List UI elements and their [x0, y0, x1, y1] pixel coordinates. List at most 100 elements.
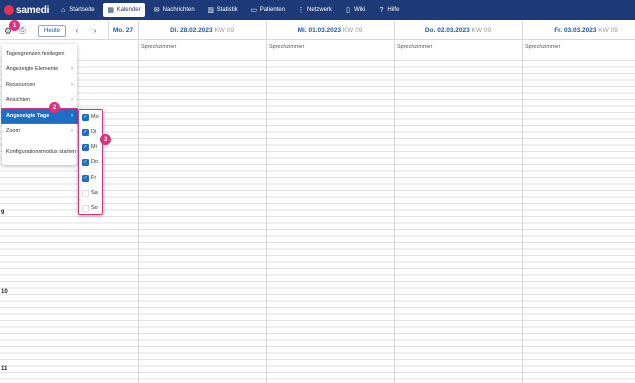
day-option-label: Mi — [91, 144, 97, 150]
hour-label: 9 — [1, 210, 5, 216]
menu-item-zoom[interactable]: Zoom › — [2, 124, 77, 138]
chart-icon: ▥ — [207, 6, 214, 14]
day-header-di[interactable]: Di. 28.02.2023 KW 09 — [138, 21, 266, 40]
settings-menu: Tagesgrenzen festlegen Angezeigte Elemen… — [1, 44, 78, 165]
main-nav: ⌂ Startseite ▦ Kalender ✉ Nachrichten ▥ Stat… — [55, 0, 407, 20]
day-header-label: Mo. 27 — [112, 27, 134, 34]
step-badge: 1 — [9, 20, 20, 31]
day-option-sa[interactable]: Sa — [82, 188, 102, 198]
step-badge: 3 — [100, 134, 111, 145]
checkbox-checked-icon[interactable]: ✓ — [82, 128, 89, 136]
day-option-label: Sa — [91, 190, 98, 196]
nav-item-patienten[interactable]: ▭ Patienten — [246, 3, 289, 17]
day-header-mi[interactable]: Mi. 01.03.2023 KW 09 — [266, 21, 394, 40]
nav-item-statistik[interactable]: ▥ Statistik — [203, 3, 242, 17]
nav-item-netzwerk[interactable]: ⋮ Netzwerk — [293, 3, 336, 17]
logo-text: samedi — [16, 4, 50, 16]
day-option-di[interactable]: ✓ Di — [82, 127, 102, 137]
menu-item-konfigurationsmodus[interactable]: Konfigurationsmodus starten — [2, 145, 77, 159]
menu-item-label: Tagesgrenzen festlegen — [6, 51, 65, 57]
menu-item-label: Ressourcen — [6, 82, 36, 88]
nav-label: Netzwerk — [307, 7, 333, 13]
menu-item-label: Ansichten — [6, 97, 31, 103]
day-header-label: Mi. 01.03.2023 — [297, 27, 342, 34]
prev-week-button[interactable]: ‹ — [72, 25, 82, 37]
nav-item-hilfe[interactable]: ? Hilfe — [373, 3, 403, 17]
resource-label: Sprechzimmer — [525, 44, 561, 50]
chevron-right-icon: › — [71, 113, 73, 119]
column-divider — [266, 40, 267, 383]
home-icon: ⌂ — [61, 6, 66, 14]
menu-item-angezeigte-elemente[interactable]: Angezeigte Elemente › — [2, 62, 77, 76]
resource-label: Sprechzimmer — [141, 44, 177, 50]
checkbox-checked-icon[interactable]: ✓ — [82, 158, 89, 166]
week-number: KW 09 — [598, 27, 618, 34]
day-header-label: Do. 02.03.2023 — [424, 27, 470, 34]
day-header-fr[interactable]: Fr. 03.03.2023 KW 09 — [522, 21, 635, 40]
nav-item-wiki[interactable]: ▯ Wiki — [340, 3, 369, 17]
network-icon: ⋮ — [297, 6, 305, 14]
nav-label: Kalender — [116, 7, 141, 13]
nav-item-startseite[interactable]: ⌂ Startseite — [55, 3, 98, 17]
nav-label: Wiki — [354, 7, 366, 13]
checkbox-checked-icon[interactable]: ✓ — [82, 174, 89, 182]
menu-item-label: Zoom — [6, 128, 21, 134]
checkbox-unchecked-icon[interactable] — [82, 204, 89, 212]
day-option-label: Mo — [91, 114, 99, 120]
menu-item-angezeigte-tage[interactable]: Angezeigte Tage › — [1, 108, 78, 124]
week-number: KW 09 — [471, 27, 492, 34]
menu-item-ressourcen[interactable]: Ressourcen › — [2, 78, 77, 92]
nav-label: Nachrichten — [162, 7, 195, 13]
day-option-so[interactable]: So — [82, 203, 102, 213]
menu-item-label: Angezeigte Elemente — [6, 66, 59, 72]
displayed-days-submenu: ✓ Mo ✓ Di ✓ Mi ✓ Do ✓ Fr Sa So — [78, 109, 103, 215]
checkbox-checked-icon[interactable]: ✓ — [82, 143, 89, 151]
hour-label: 11 — [1, 366, 8, 372]
day-option-mo[interactable]: ✓ Mo — [82, 112, 102, 122]
day-header-label: Di. 28.02.2023 — [170, 27, 213, 34]
menu-item-label: Angezeigte Tage — [6, 113, 50, 119]
nav-item-kalender[interactable]: ▦ Kalender — [102, 3, 145, 17]
book-icon: ▯ — [346, 6, 350, 14]
samedi-logo[interactable]: samedi — [4, 5, 49, 16]
resource-label: Sprechzimmer — [269, 44, 305, 50]
day-option-label: So — [91, 205, 98, 211]
today-button[interactable]: Heute — [38, 25, 66, 37]
top-navbar: samedi ⌂ Startseite ▦ Kalender ✉ Nachrichte… — [0, 0, 635, 20]
checkbox-checked-icon[interactable]: ✓ — [82, 113, 89, 121]
nav-label: Statistik — [216, 7, 238, 13]
day-header-mo[interactable]: Mo. 27 — [108, 21, 138, 40]
day-header-do[interactable]: Do. 02.03.2023 KW 09 — [394, 21, 522, 40]
nav-item-nachrichten[interactable]: ✉ Nachrichten — [149, 3, 199, 17]
menu-item-ansichten[interactable]: Ansichten › — [2, 93, 77, 107]
help-icon: ? — [379, 6, 384, 14]
checkbox-unchecked-icon[interactable] — [82, 189, 89, 197]
hour-label: 10 — [1, 289, 8, 295]
week-number: KW 09 — [342, 27, 363, 34]
logo-mark-icon — [4, 5, 14, 15]
nav-label: Patienten — [259, 7, 286, 13]
column-divider — [394, 40, 395, 383]
mail-icon: ✉ — [153, 6, 160, 14]
next-week-button[interactable]: › — [90, 25, 100, 37]
day-option-fr[interactable]: ✓ Fr — [82, 173, 102, 183]
calendar-icon: ▦ — [107, 6, 114, 14]
nav-label: Startseite — [69, 7, 95, 13]
day-header-label: Fr. 03.03.2023 — [554, 27, 597, 34]
resource-label: Sprechzimmer — [397, 44, 433, 50]
menu-item-label: Konfigurationsmodus starten — [6, 149, 77, 155]
column-divider — [138, 40, 139, 383]
chevron-right-icon: › — [71, 66, 73, 72]
patient-card-icon: ▭ — [250, 6, 257, 14]
step-badge: 2 — [49, 102, 60, 113]
day-option-mi[interactable]: ✓ Mi — [82, 142, 102, 152]
week-number: KW 09 — [214, 27, 234, 34]
nav-label: Hilfe — [387, 7, 400, 13]
chevron-right-icon: › — [71, 97, 73, 103]
menu-item-tagesgrenzen[interactable]: Tagesgrenzen festlegen — [2, 47, 77, 61]
day-option-label: Fr — [91, 175, 97, 181]
day-option-do[interactable]: ✓ Do — [82, 157, 102, 167]
chevron-right-icon: › — [71, 128, 73, 134]
column-divider — [522, 40, 523, 383]
chevron-right-icon: › — [71, 82, 73, 88]
